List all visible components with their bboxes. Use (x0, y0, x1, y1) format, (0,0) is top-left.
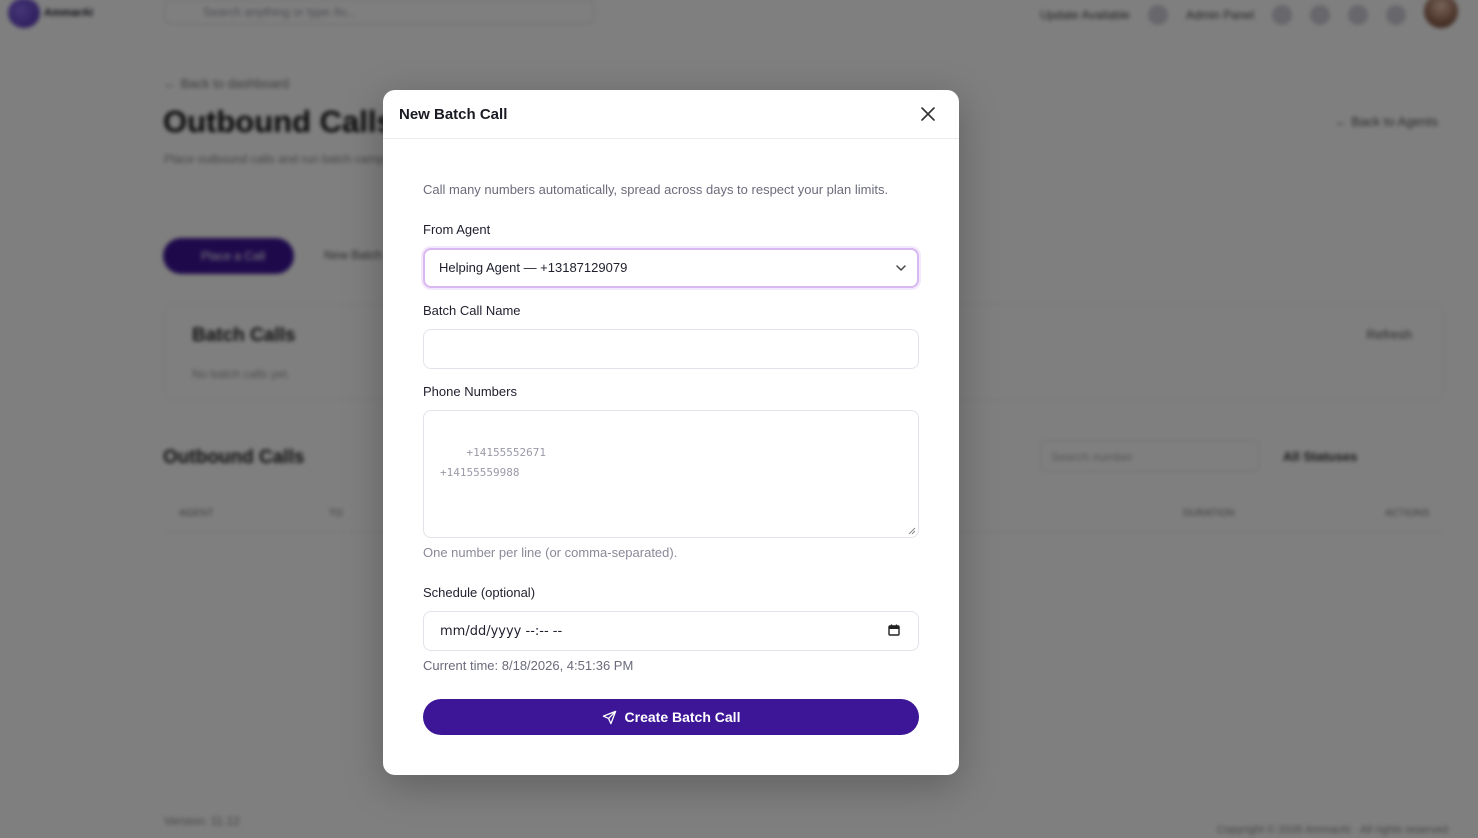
modal-title: New Batch Call (399, 106, 508, 123)
schedule-datetime-input[interactable]: mm/dd/yyyy --:-- -- (423, 611, 919, 651)
batch-name-label: Batch Call Name (423, 303, 521, 318)
current-time: Current time: 8/18/2026, 4:51:36 PM (423, 658, 634, 673)
from-agent-value: Helping Agent — +13187129079 (439, 260, 628, 275)
modal-header: New Batch Call (383, 90, 959, 139)
phone-numbers-placeholder: +14155552671 +14155559988 (440, 446, 546, 479)
create-batch-call-label: Create Batch Call (624, 709, 741, 725)
resize-grip-icon[interactable] (908, 527, 916, 535)
calendar-icon[interactable] (888, 624, 900, 636)
phone-numbers-hint: One number per line (or comma-separated)… (423, 545, 678, 560)
new-batch-call-modal: New Batch Call Call many numbers automat… (383, 90, 959, 775)
schedule-label: Schedule (optional) (423, 585, 536, 600)
chevron-down-icon (896, 265, 906, 271)
phone-numbers-label: Phone Numbers (423, 384, 517, 399)
close-button[interactable] (917, 103, 939, 125)
batch-name-input[interactable] (423, 329, 919, 369)
from-agent-label: From Agent (423, 222, 491, 237)
close-icon (921, 107, 935, 121)
from-agent-select[interactable]: Helping Agent — +13187129079 (423, 248, 919, 288)
send-icon (602, 710, 616, 724)
schedule-value: mm/dd/yyyy --:-- -- (440, 624, 563, 639)
create-batch-call-button[interactable]: Create Batch Call (423, 699, 919, 735)
modal-description: Call many numbers automatically, spread … (423, 182, 889, 197)
phone-numbers-textarea[interactable]: +14155552671 +14155559988 (423, 410, 919, 538)
